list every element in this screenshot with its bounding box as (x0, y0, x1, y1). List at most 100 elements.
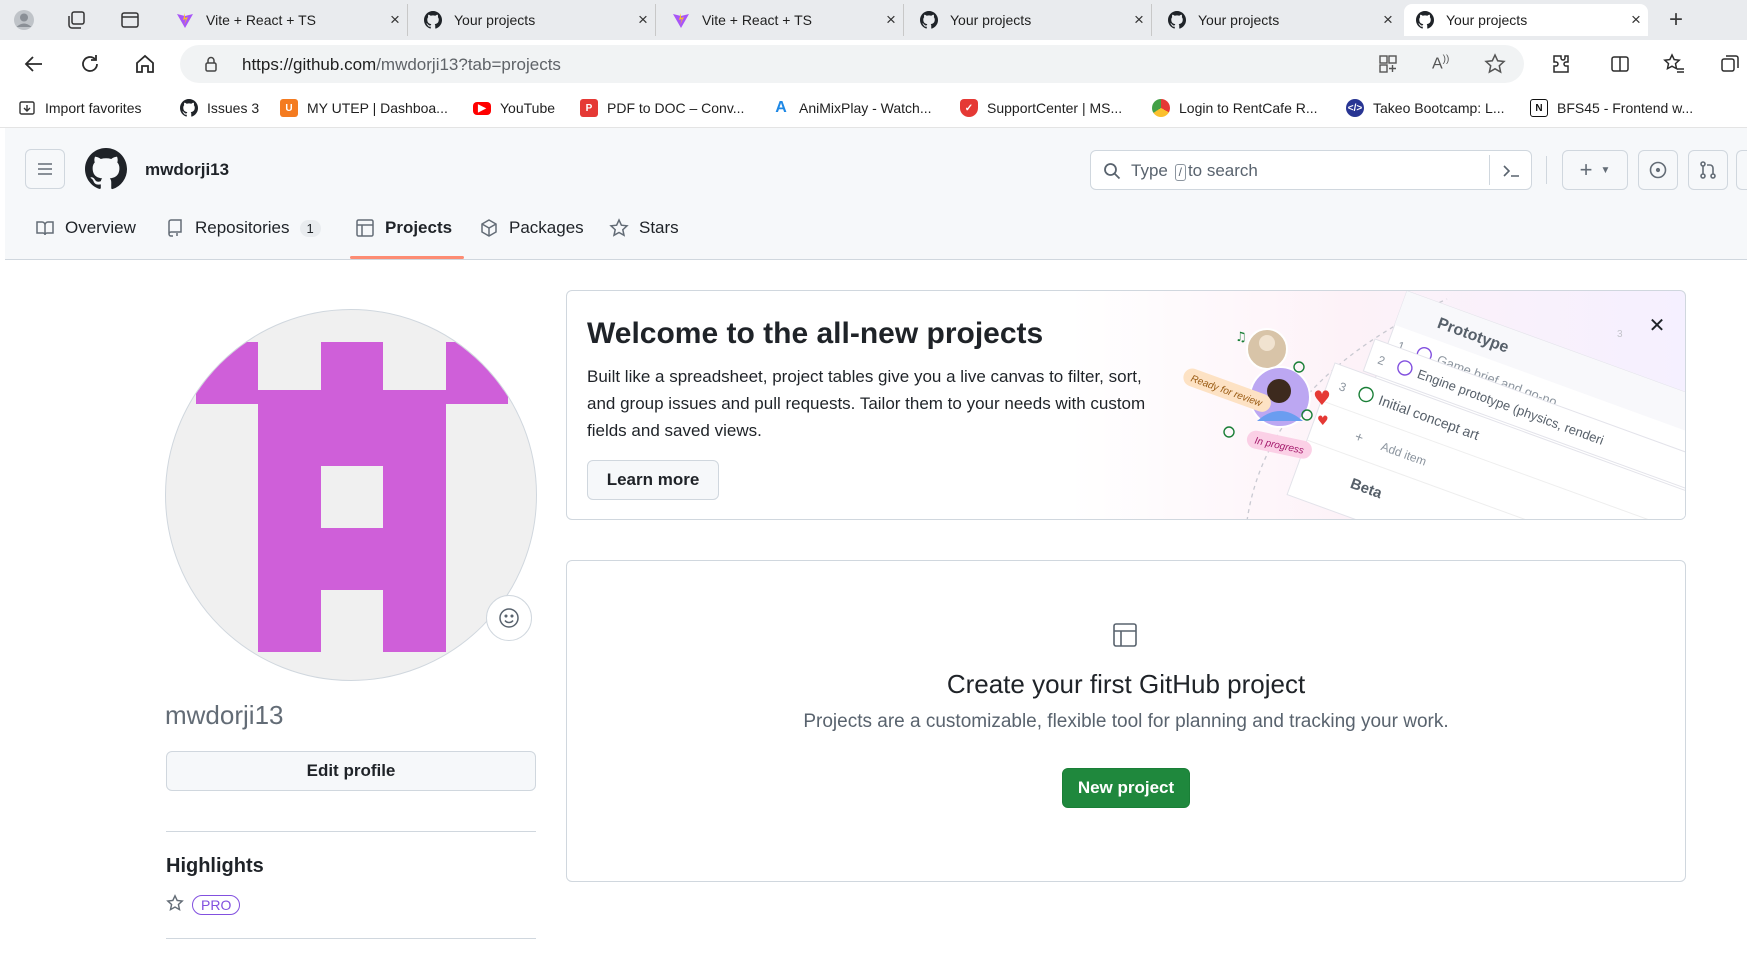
identicon-image (196, 342, 508, 652)
close-tab-icon[interactable]: × (879, 10, 903, 30)
header-username[interactable]: mwdorji13 (145, 160, 229, 180)
favorite-star-icon[interactable] (1484, 53, 1506, 80)
close-tab-icon[interactable]: × (383, 10, 407, 30)
learn-more-button[interactable]: Learn more (587, 460, 719, 500)
edit-profile-button[interactable]: Edit profile (166, 751, 536, 791)
search-input[interactable]: Type / to search (1090, 150, 1532, 190)
tab-repositories[interactable]: Repositories 1 (165, 198, 321, 258)
back-icon[interactable] (20, 50, 48, 78)
bookmark-my-utep[interactable]: U MY UTEP | Dashboa... (280, 97, 448, 119)
chrome-icon (1152, 99, 1170, 117)
tab-overview[interactable]: Overview (35, 198, 136, 258)
book-icon (35, 218, 55, 238)
pro-badge[interactable]: PRO (192, 895, 241, 915)
empty-state-description: Projects are a customizable, flexible to… (803, 711, 1449, 732)
repositories-count-badge: 1 (299, 219, 321, 237)
browser-tab-active[interactable]: Your projects × (1404, 4, 1648, 36)
star-icon (166, 893, 184, 917)
table-icon (1111, 621, 1139, 649)
home-icon[interactable] (131, 50, 159, 78)
vite-icon (672, 11, 690, 29)
browser-tab-bar: Vite + React + TS × Your projects × Vite… (0, 0, 1747, 40)
close-tab-icon[interactable]: × (1624, 10, 1648, 30)
avatar[interactable] (165, 309, 537, 681)
browser-tab[interactable]: Your projects × (908, 4, 1152, 36)
bookmarks-bar: Import favorites Issues 3 U MY UTEP | Da… (0, 88, 1747, 128)
bookmark-import-favorites[interactable]: Import favorites (18, 97, 141, 119)
refresh-icon[interactable] (76, 50, 104, 78)
utep-icon: U (280, 99, 298, 117)
browser-tab[interactable]: Your projects × (1156, 4, 1400, 36)
bookmark-rentcafe[interactable]: Login to RentCafe R... (1152, 97, 1318, 119)
divider (166, 938, 536, 939)
empty-state-title: Create your first GitHub project (946, 669, 1306, 699)
tab-projects[interactable]: Projects (355, 198, 452, 258)
close-icon[interactable]: ✕ (1643, 311, 1671, 339)
workspaces-icon[interactable] (64, 8, 88, 32)
empty-projects-panel: Create your first GitHub project Project… (566, 560, 1686, 882)
takeo-icon: </> (1346, 99, 1364, 117)
browser-tab[interactable]: Vite + React + TS × (164, 4, 408, 36)
bookmark-takeo[interactable]: </> Takeo Bootcamp: L... (1346, 97, 1505, 119)
active-tab-underline (350, 256, 464, 259)
close-tab-icon[interactable]: × (1376, 10, 1400, 30)
highlights-pro: PRO (166, 893, 241, 917)
youtube-icon: ▶ (473, 101, 491, 115)
menu-hamburger-icon[interactable] (25, 149, 65, 189)
welcome-banner: Welcome to the all-new projects Built li… (566, 290, 1686, 520)
tab-stars[interactable]: Stars (609, 198, 679, 258)
github-logo-icon[interactable] (85, 148, 128, 195)
close-tab-icon[interactable]: × (631, 10, 655, 30)
repo-icon (165, 218, 185, 238)
tab-title: Your projects (1446, 12, 1528, 28)
svg-text:♫: ♫ (1235, 330, 1247, 345)
vite-icon (176, 11, 194, 29)
app-available-icon[interactable] (1378, 54, 1398, 79)
browser-tab[interactable]: Your projects × (412, 4, 656, 36)
url-field[interactable]: https://github.com/mwdorji13?tab=project… (180, 45, 1524, 83)
welcome-title: Welcome to the all-new projects (587, 317, 1044, 350)
profile-icon[interactable] (12, 8, 36, 32)
svg-text:3: 3 (1617, 329, 1623, 340)
browser-tab[interactable]: Vite + React + TS × (660, 4, 904, 36)
pdf-icon: P (580, 99, 598, 117)
tab-title: Your projects (454, 12, 536, 28)
command-palette-icon[interactable] (1501, 161, 1521, 186)
search-icon (1103, 162, 1121, 185)
bookmark-issues[interactable]: Issues 3 (180, 97, 259, 119)
tab-packages[interactable]: Packages (479, 198, 584, 258)
pull-requests-icon[interactable] (1688, 150, 1728, 190)
create-new-button[interactable]: + ▼ (1562, 150, 1628, 190)
collections-icon[interactable] (1716, 50, 1744, 78)
svg-text:♥: ♥ (1317, 414, 1329, 429)
shield-icon: ✓ (960, 99, 978, 117)
extensions-icon[interactable] (1547, 50, 1575, 78)
chevron-down-icon: ▼ (1600, 164, 1611, 176)
notion-icon: N (1530, 99, 1548, 117)
lock-icon[interactable] (202, 55, 220, 78)
bookmark-animixplay[interactable]: A AniMixPlay - Watch... (772, 97, 931, 119)
issues-icon[interactable] (1638, 150, 1678, 190)
new-tab-icon[interactable]: + (1664, 6, 1688, 33)
bookmark-supportcenter[interactable]: ✓ SupportCenter | MS... (960, 97, 1122, 119)
split-screen-icon[interactable] (1606, 50, 1634, 78)
github-icon (920, 11, 938, 29)
animixplay-icon: A (775, 99, 787, 116)
svg-text:♥: ♥ (1313, 386, 1331, 410)
tab-title: Your projects (950, 12, 1032, 28)
bookmark-pdf-to-doc[interactable]: P PDF to DOC – Conv... (580, 97, 744, 119)
bookmark-youtube[interactable]: ▶ YouTube (473, 97, 555, 119)
github-header: mwdorji13 Type / to search + ▼ Overview R… (5, 128, 1747, 260)
vertical-tabs-icon[interactable] (118, 8, 142, 32)
inbox-button[interactable] (1736, 150, 1747, 190)
set-status-smiley-icon[interactable] (486, 595, 532, 641)
read-aloud-icon[interactable]: A)) (1432, 54, 1449, 73)
new-project-button[interactable]: New project (1062, 768, 1190, 808)
bookmark-bfs45[interactable]: N BFS45 - Frontend w... (1530, 97, 1693, 119)
favorites-icon[interactable] (1660, 50, 1688, 78)
close-tab-icon[interactable]: × (1127, 10, 1151, 30)
tab-title: Vite + React + TS (206, 12, 316, 28)
github-icon (1416, 11, 1434, 29)
address-bar-row: https://github.com/mwdorji13?tab=project… (0, 40, 1747, 88)
table-icon (355, 218, 375, 238)
